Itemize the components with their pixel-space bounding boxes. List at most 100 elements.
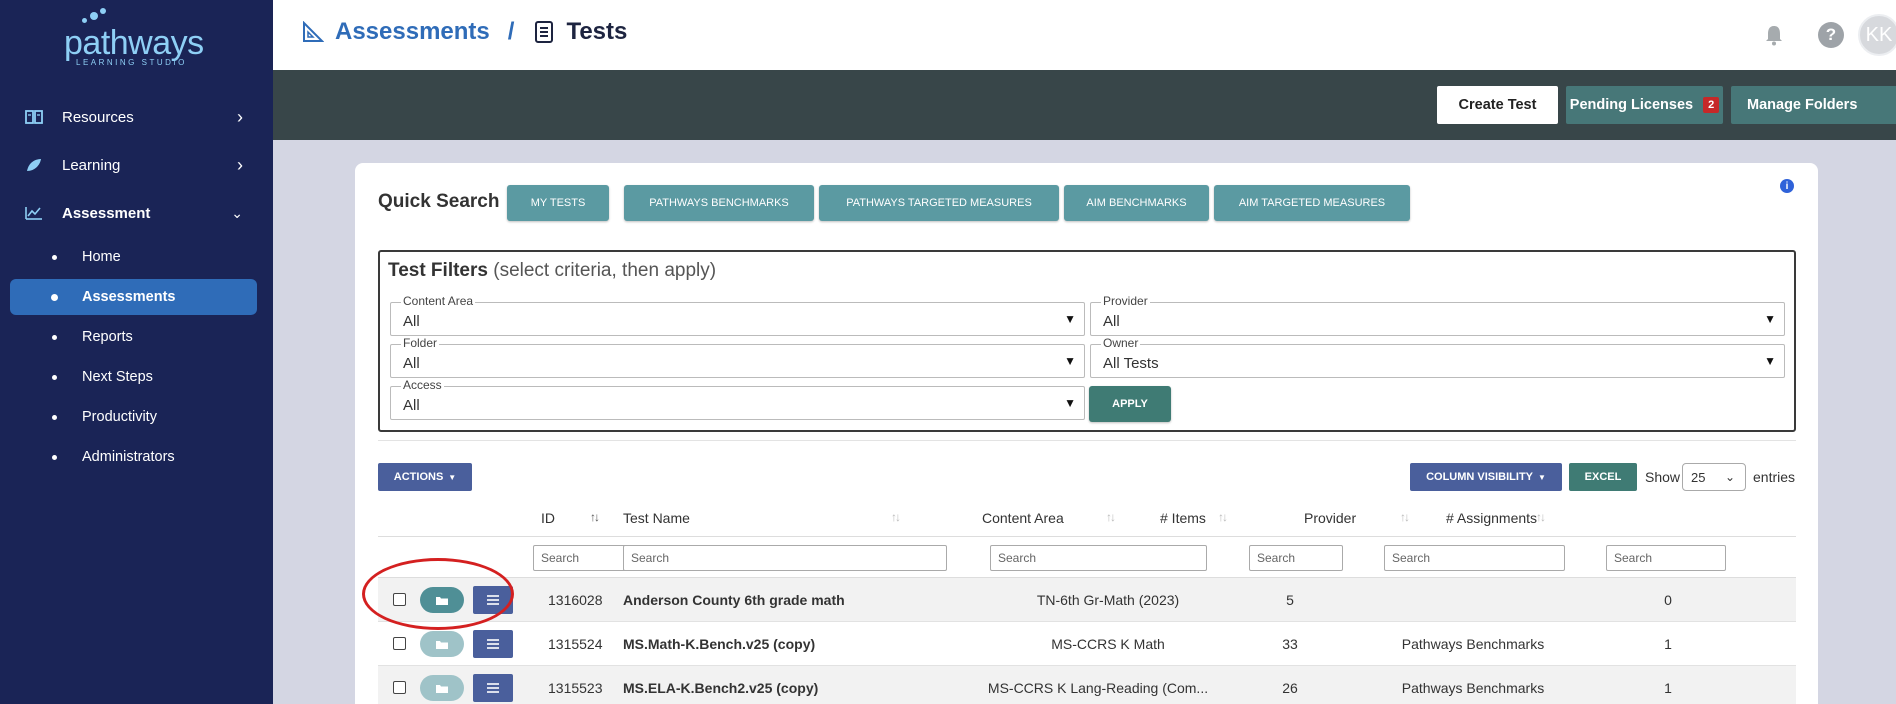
filters-title-text: Test Filters (388, 260, 488, 281)
bell-icon[interactable] (1762, 23, 1786, 47)
actions-label: ACTIONS (393, 471, 444, 483)
nav-item-resources[interactable]: Resources › (0, 97, 273, 137)
provider-search-input[interactable]: Search (1384, 545, 1565, 571)
sidebar-item-productivity[interactable]: Productivity (10, 399, 257, 435)
page-size-select[interactable]: 25 ⌄ (1682, 463, 1746, 491)
actions-dropdown-button[interactable]: ACTIONS ▼ (378, 463, 472, 491)
folder-icon[interactable] (420, 631, 464, 657)
column-header-items[interactable]: # Items (1160, 510, 1206, 526)
select-label: Folder (401, 336, 440, 350)
cell-items: 33 (1282, 636, 1298, 652)
sidebar-item-home[interactable]: Home (10, 239, 257, 275)
quick-search-aim-targeted-measures[interactable]: AIM TARGETED MEASURES (1214, 185, 1410, 221)
id-search-input[interactable]: Search (533, 545, 633, 571)
quick-search-aim-benchmarks[interactable]: AIM BENCHMARKS (1064, 185, 1209, 221)
sidebar-item-label: Assessments (82, 289, 176, 305)
sort-icon[interactable]: ↑↓ (1536, 510, 1546, 524)
row-menu-icon[interactable] (473, 674, 513, 702)
quick-search-pathways-benchmarks[interactable]: PATHWAYS BENCHMARKS (624, 185, 814, 221)
cell-content-area: MS-CCRS K Math (1051, 636, 1165, 652)
cell-assignments: 1 (1664, 680, 1672, 696)
table-row[interactable]: 1316028 Anderson County 6th grade math T… (378, 578, 1796, 622)
pending-licenses-button[interactable]: Pending Licenses 2 (1566, 86, 1723, 124)
column-search-row: Search Search Search Search Search Searc… (378, 538, 1796, 578)
cell-content-area: TN-6th Gr-Math (2023) (1036, 592, 1180, 608)
caret-down-icon: ▼ (448, 472, 457, 482)
row-menu-icon[interactable] (473, 630, 513, 658)
divider (378, 440, 1796, 441)
column-header-test-name[interactable]: Test Name (623, 510, 690, 526)
leaf-icon (24, 155, 44, 175)
sidebar-item-label: Administrators (82, 449, 175, 465)
breadcrumb-assessments-link[interactable]: Assessments (335, 18, 490, 46)
nav-item-learning[interactable]: Learning › (0, 145, 273, 185)
sidebar-item-label: Reports (82, 329, 133, 345)
column-header-assignments[interactable]: # Assignments (1446, 510, 1537, 526)
access-select[interactable]: Access All ▼ (390, 378, 1085, 420)
create-test-button[interactable]: Create Test (1437, 86, 1558, 124)
entries-label: entries (1753, 469, 1796, 485)
caret-down-icon: ▼ (1538, 472, 1546, 482)
cell-test-name[interactable]: MS.ELA-K.Bench2.v25 (copy) (623, 680, 818, 696)
checklist-icon (532, 20, 556, 44)
pathways-logo[interactable]: pathways LEARNING STUDIO (60, 8, 210, 67)
sidebar-item-administrators[interactable]: Administrators (10, 439, 257, 475)
page-size-value: 25 (1691, 469, 1706, 485)
sidebar-item-next-steps[interactable]: Next Steps (10, 359, 257, 395)
select-value: All (403, 313, 420, 330)
pending-count-badge: 2 (1703, 97, 1720, 113)
nav-label: Assessment (62, 204, 151, 222)
chart-icon (24, 203, 44, 223)
column-header-id[interactable]: ID (541, 510, 555, 526)
sort-icon[interactable]: ↑↓ (1400, 510, 1410, 524)
folder-select[interactable]: Folder All ▼ (390, 336, 1085, 378)
sort-icon[interactable]: ↑↓ (590, 510, 600, 524)
quick-search-my-tests[interactable]: MY TESTS (507, 185, 609, 221)
dropdown-arrow-icon: ▼ (1764, 312, 1776, 326)
dropdown-arrow-icon: ▼ (1764, 354, 1776, 368)
sort-icon[interactable]: ↑↓ (1106, 510, 1116, 524)
content-area-select[interactable]: Content Area All ▼ (390, 294, 1085, 336)
column-visibility-button[interactable]: COLUMN VISIBILITY ▼ (1410, 463, 1562, 491)
cell-test-name[interactable]: Anderson County 6th grade math (623, 592, 845, 608)
excel-export-button[interactable]: EXCEL (1569, 463, 1637, 491)
row-checkbox[interactable] (393, 637, 406, 650)
sidebar-item-label: Home (82, 249, 121, 265)
cell-test-name[interactable]: MS.Math-K.Bench.v25 (copy) (623, 636, 815, 652)
test-filters-title: Test Filters (select criteria, then appl… (388, 260, 716, 282)
items-search-input[interactable]: Search (1249, 545, 1343, 571)
assignments-search-input[interactable]: Search (1606, 545, 1726, 571)
quick-search-pathways-targeted-measures[interactable]: PATHWAYS TARGETED MEASURES (819, 185, 1059, 221)
pending-licenses-label: Pending Licenses (1569, 97, 1694, 113)
select-label: Provider (1101, 294, 1150, 308)
cell-assignments: 0 (1664, 592, 1672, 608)
table-row[interactable]: 1315524 MS.Math-K.Bench.v25 (copy) MS-CC… (378, 622, 1796, 666)
sidebar-item-reports[interactable]: Reports (10, 319, 257, 355)
dropdown-arrow-icon: ▼ (1064, 396, 1076, 410)
test-name-search-input[interactable]: Search (623, 545, 947, 571)
column-header-provider[interactable]: Provider (1304, 510, 1356, 526)
info-icon[interactable]: i (1780, 179, 1794, 193)
filters-subtitle-text: (select criteria, then apply) (493, 260, 717, 281)
row-checkbox[interactable] (393, 681, 406, 694)
table-row[interactable]: 1315523 MS.ELA-K.Bench2.v25 (copy) MS-CC… (378, 666, 1796, 704)
chevron-right-icon: › (237, 154, 243, 175)
nav-item-assessment[interactable]: Assessment ⌄ (0, 193, 273, 233)
bullet (51, 293, 58, 301)
quick-search-label: Quick Search (378, 191, 500, 212)
column-header-content-area[interactable]: Content Area (982, 510, 1064, 526)
help-icon[interactable]: ? (1818, 22, 1844, 48)
bullet (52, 454, 57, 460)
apply-button[interactable]: APPLY (1089, 386, 1171, 422)
sort-icon[interactable]: ↑↓ (891, 510, 901, 524)
folder-icon[interactable] (420, 675, 464, 701)
annotation-circle (362, 558, 514, 630)
sidebar-item-assessments[interactable]: Assessments (10, 279, 257, 315)
provider-select[interactable]: Provider All ▼ (1090, 294, 1785, 336)
manage-folders-button[interactable]: Manage Folders (1731, 86, 1896, 124)
owner-select[interactable]: Owner All Tests ▼ (1090, 336, 1785, 378)
avatar[interactable]: KK (1858, 14, 1896, 56)
sort-icon[interactable]: ↑↓ (1218, 510, 1228, 524)
content-area-search-input[interactable]: Search (990, 545, 1207, 571)
select-value: All Tests (1103, 355, 1159, 372)
